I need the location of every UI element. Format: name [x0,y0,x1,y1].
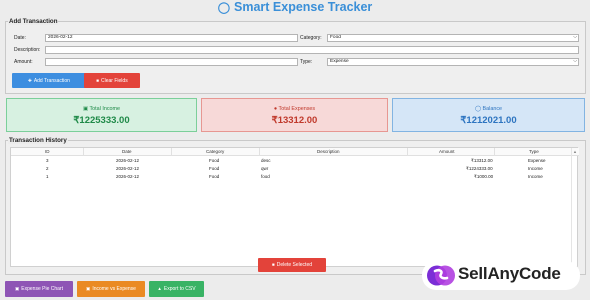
total-income-card: ▣ Total Income ₹1225333.00 [6,98,197,132]
col-date[interactable]: Date [122,148,132,156]
cell-id: 1 [46,174,49,179]
cell-date: 2026-02-12 [116,158,140,163]
app-title-text: Smart Expense Tracker [234,0,373,14]
expense-pie-chart-button-label: Expense Pie Chart [21,286,63,292]
cell-date: 2026-02-12 [116,166,140,171]
description-field[interactable] [45,46,579,54]
cell-category: Food [209,166,220,171]
total-expenses-card: ● Total Expenses ₹13312.00 [201,98,388,132]
sellanycode-logo-icon [427,265,455,286]
cell-category: Food [209,174,220,179]
total-expenses-value: ₹13312.00 [271,115,318,126]
bar-chart-icon: ▣ [86,286,91,291]
export-icon: ▲ [157,286,162,291]
type-select[interactable]: Expense [327,58,579,66]
description-label: Description: [14,47,41,53]
expense-pie-chart-button[interactable]: ▣ Expense Pie Chart [5,281,73,297]
date-field[interactable]: 2026-02-12 [45,34,298,42]
balance-icon: ◯ [474,106,482,112]
cell-id: 3 [46,158,49,163]
cell-amount: ₹1224333.00 [466,166,493,171]
table-row[interactable]: 3 2026-02-12 Food desc ₹13312.00 Expense [11,157,579,165]
watermark-text: SellAnyCode [458,264,561,283]
type-label: Type: [300,59,313,65]
cell-type: Expense [528,158,546,163]
total-income-value: ₹1225333.00 [73,115,130,126]
transaction-history-section: Transaction History ID Date Category Des… [5,137,586,275]
add-transaction-button-label: Add Transaction [33,78,70,84]
expense-icon: ● [273,106,278,112]
cell-amount: ₹1000.00 [474,174,494,179]
trash-icon: ■ [271,262,275,267]
total-income-label: Total Income [89,106,121,112]
col-category[interactable]: Category [206,148,224,156]
col-divider [171,148,172,156]
table-row[interactable]: 1 2026-02-12 Food food ₹1000.00 Income [11,173,579,181]
cell-type: Income [528,174,543,179]
table-row[interactable]: 2 2026-02-12 Food qwr ₹1224333.00 Income [11,165,579,173]
col-divider [494,148,495,156]
cell-description: food [261,174,270,179]
add-transaction-section: Add Transaction Date: 2026-02-12 Categor… [5,18,586,94]
type-value: Expense [330,59,349,64]
amount-label: Amount: [14,59,33,65]
money-bag-icon: ◯ [217,2,231,14]
table-scrollbar[interactable]: ▲ [571,148,577,266]
cell-description: qwr [261,166,269,171]
cell-id: 2 [46,166,49,171]
cell-category: Food [209,158,220,163]
col-amount[interactable]: Amount [439,148,455,156]
balance-label: Balance [482,106,503,112]
cell-date: 2026-02-12 [116,174,140,179]
pie-chart-icon: ▣ [15,286,20,291]
scroll-up-icon[interactable]: ▲ [573,149,577,154]
col-divider [407,148,408,156]
plus-icon: ✚ [28,78,32,83]
date-label: Date: [14,35,26,41]
transaction-history-title: Transaction History [8,137,68,144]
category-value: Food [330,35,341,40]
table-header: ID Date Category Description Amount Type [11,148,579,156]
category-select[interactable]: Food [327,34,579,42]
balance-card: ◯ Balance ₹1212021.00 [392,98,585,132]
col-divider [83,148,84,156]
cell-amount: ₹13312.00 [471,158,493,163]
income-vs-expense-button-label: Income vs Expense [92,286,136,292]
balance-value: ₹1212021.00 [460,115,517,126]
col-divider [259,148,260,156]
transaction-table[interactable]: ID Date Category Description Amount Type… [10,147,579,267]
amount-field[interactable] [45,58,298,66]
export-csv-button[interactable]: ▲ Export to CSV [149,281,204,297]
col-id[interactable]: ID [45,148,50,156]
col-description[interactable]: Description [317,148,340,156]
app-title: ◯ Smart Expense Tracker [0,0,590,16]
cell-type: Income [528,166,543,171]
total-expenses-label: Total Expenses [278,106,316,112]
delete-selected-button-label: Delete Selected [276,262,313,268]
income-icon: ▣ [82,106,89,112]
eraser-icon: ■ [96,78,100,83]
add-transaction-button[interactable]: ✚ Add Transaction [12,73,86,88]
col-type[interactable]: Type [529,148,539,156]
cell-description: desc [261,158,271,163]
add-transaction-title: Add Transaction [8,18,59,25]
clear-fields-button[interactable]: ■ Clear Fields [84,73,140,88]
clear-fields-button-label: Clear Fields [101,78,128,84]
category-label: Category: [300,35,322,41]
sellanycode-watermark: SellAnyCode [422,261,580,290]
export-csv-button-label: Export to CSV [163,286,196,292]
delete-selected-button[interactable]: ■ Delete Selected [258,258,326,272]
income-vs-expense-button[interactable]: ▣ Income vs Expense [77,281,145,297]
